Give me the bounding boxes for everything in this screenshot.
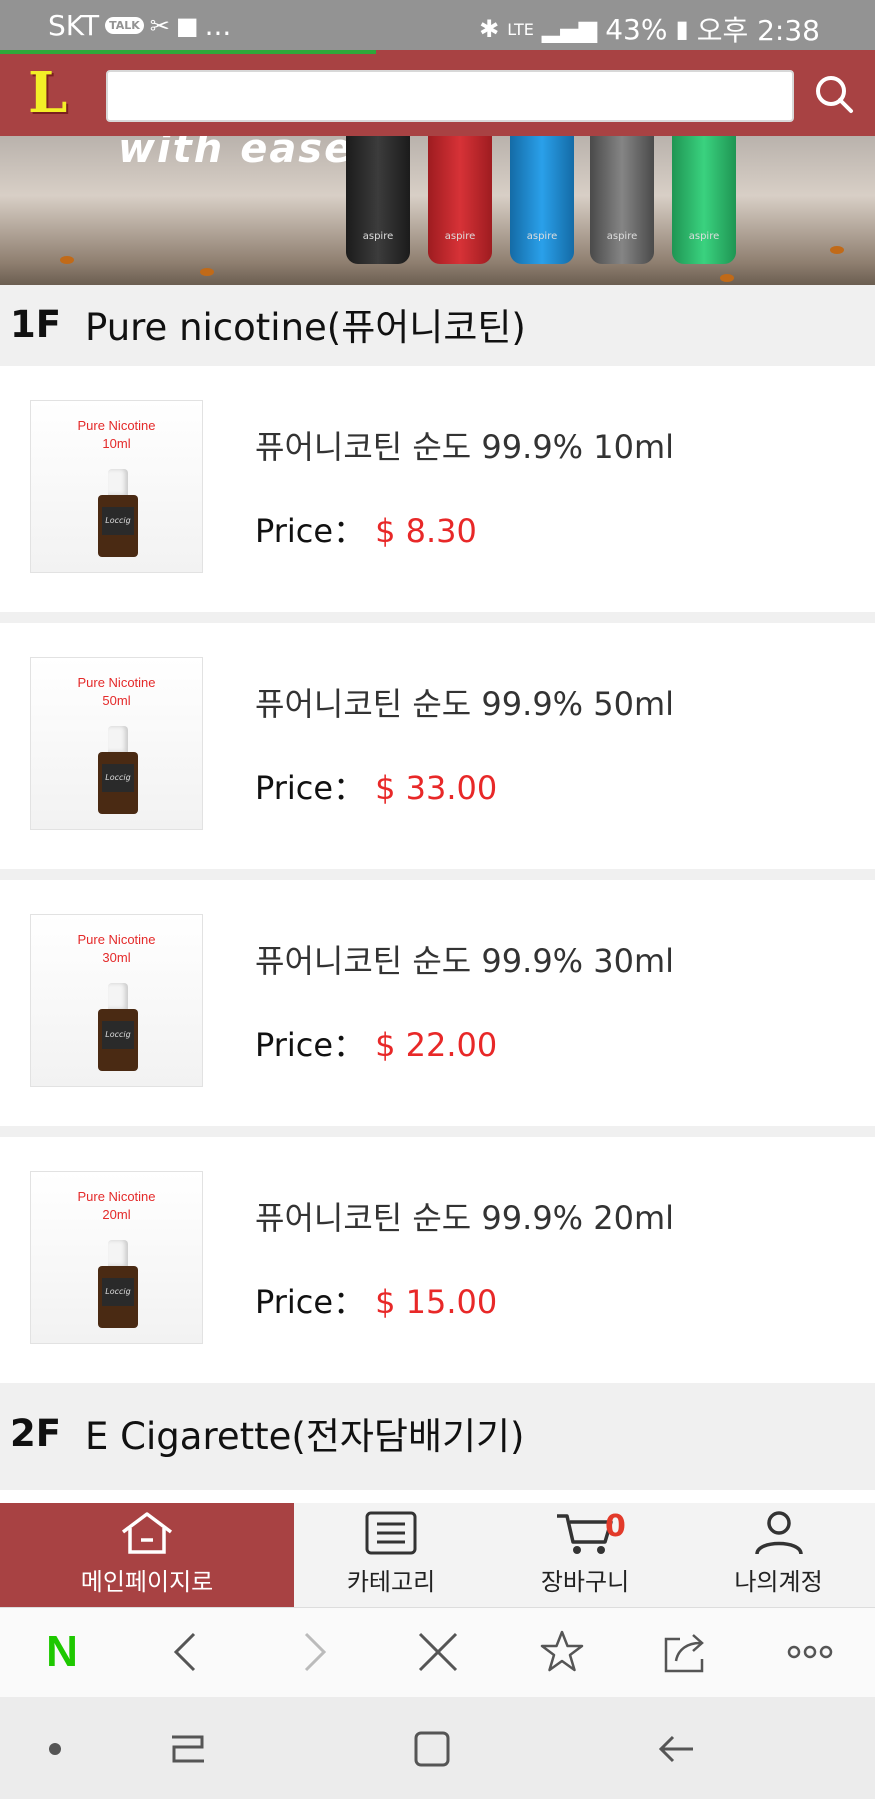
bookmark-icon bbox=[540, 1630, 584, 1672]
home-button[interactable] bbox=[410, 1727, 454, 1771]
system-nav-bar bbox=[0, 1697, 875, 1799]
back-arrow-icon bbox=[658, 1735, 693, 1763]
nav-dot-button[interactable] bbox=[33, 1727, 77, 1771]
tab-category[interactable]: 카테고리 bbox=[294, 1503, 488, 1607]
tab-main-page[interactable]: 메인페이지로 bbox=[0, 1503, 294, 1607]
battery-percent: 43% bbox=[605, 12, 668, 46]
product-name[interactable]: 퓨어니코틴 순도 99.9% 50ml bbox=[255, 679, 674, 725]
battery-icon: ▮ bbox=[675, 15, 689, 43]
promo-banner[interactable]: with ease aspire aspire aspire aspire as… bbox=[0, 136, 875, 285]
recents-button[interactable] bbox=[166, 1727, 210, 1771]
back-button[interactable] bbox=[162, 1628, 210, 1676]
section-title: E Cigarette(전자담배기기) bbox=[85, 1415, 525, 1458]
section-header-1f: 1F Pure nicotine(퓨어니코틴) bbox=[0, 285, 875, 363]
bottle-image: Loccig bbox=[98, 469, 138, 559]
tab-my-account[interactable]: 나의계정 bbox=[682, 1503, 875, 1607]
more-notifications: ... bbox=[204, 9, 232, 42]
product-name[interactable]: 퓨어니코틴 순도 99.9% 20ml bbox=[255, 1193, 674, 1239]
search-input[interactable] bbox=[106, 70, 794, 122]
system-back-button[interactable] bbox=[655, 1727, 699, 1771]
share-button[interactable] bbox=[662, 1628, 710, 1676]
product-card[interactable]: Pure Nicotine 50ml Loccig 퓨어니코틴 순도 99.9% … bbox=[0, 623, 875, 869]
bookmark-button[interactable] bbox=[538, 1628, 586, 1676]
browser-toolbar: N bbox=[0, 1607, 875, 1697]
home-square-icon bbox=[414, 1731, 450, 1767]
forward-button[interactable] bbox=[290, 1628, 338, 1676]
user-icon bbox=[754, 1511, 803, 1555]
product-thumbnail[interactable]: Pure Nicotine 50ml Loccig bbox=[30, 657, 203, 830]
cart-count-badge: 0 bbox=[605, 1509, 626, 1544]
list-icon bbox=[365, 1511, 417, 1555]
tab-label: 카테고리 bbox=[346, 1568, 436, 1596]
device-image: aspire bbox=[346, 136, 410, 264]
device-image: aspire bbox=[510, 136, 574, 264]
floor-label: 2F bbox=[10, 1411, 62, 1455]
tab-cart[interactable]: 0 장바구니 bbox=[488, 1503, 682, 1607]
more-button[interactable] bbox=[786, 1628, 834, 1676]
forward-icon bbox=[304, 1632, 327, 1672]
device-image: aspire bbox=[672, 136, 736, 264]
product-card[interactable]: Pure Nicotine 10ml Loccig 퓨어니코틴 순도 99.9% … bbox=[0, 366, 875, 612]
kakaotalk-icon: TALK bbox=[105, 17, 144, 34]
status-right: ✱ LTE ▂▄▆ 43% ▮ 오후 2:38 bbox=[479, 9, 820, 49]
banner-text: with ease bbox=[118, 136, 354, 172]
carrier-label: SKT bbox=[48, 9, 100, 42]
close-button[interactable] bbox=[414, 1628, 462, 1676]
share-icon bbox=[664, 1634, 704, 1673]
search-button[interactable] bbox=[812, 72, 856, 116]
network-label: LTE bbox=[507, 19, 534, 39]
floor-label: 1F bbox=[10, 302, 62, 346]
back-icon bbox=[173, 1632, 196, 1672]
clock: 오후 2:38 bbox=[696, 14, 820, 47]
product-price: Price： $ 33.00 bbox=[255, 769, 498, 807]
recents-icon bbox=[172, 1735, 204, 1763]
product-thumbnail[interactable]: Pure Nicotine 30ml Loccig bbox=[30, 914, 203, 1087]
product-card[interactable]: Pure Nicotine 20ml Loccig 퓨어니코틴 순도 99.9% … bbox=[0, 1137, 875, 1383]
logo[interactable]: L bbox=[28, 64, 76, 122]
product-name[interactable]: 퓨어니코틴 순도 99.9% 10ml bbox=[255, 422, 674, 468]
mute-icon: ✂ bbox=[149, 11, 170, 40]
product-price: Price： $ 15.00 bbox=[255, 1283, 498, 1321]
tab-label: 장바구니 bbox=[540, 1568, 630, 1596]
search-icon bbox=[816, 76, 853, 113]
product-thumbnail[interactable]: Pure Nicotine 10ml Loccig bbox=[30, 400, 203, 573]
bottom-tab-bar: 메인페이지로 카테고리 0 장바구니 나의계정 bbox=[0, 1503, 875, 1607]
section-title: Pure nicotine(퓨어니코틴) bbox=[85, 306, 526, 349]
product-price: Price： $ 8.30 bbox=[255, 512, 477, 550]
bottle-image: Loccig bbox=[98, 726, 138, 816]
dot-icon bbox=[49, 1743, 61, 1755]
bottle-image: Loccig bbox=[98, 983, 138, 1073]
tab-label: 메인페이지로 bbox=[80, 1568, 214, 1596]
home-icon bbox=[121, 1512, 173, 1554]
page-load-progress bbox=[0, 50, 376, 54]
section-header-2f: 2F E Cigarette(전자담배기기) bbox=[0, 1394, 875, 1472]
signal-icon: ▂▄▆ bbox=[541, 15, 598, 43]
naver-home-button[interactable]: N bbox=[38, 1627, 86, 1676]
status-bar: SKT TALK ✂ ■ ... ✱ LTE ▂▄▆ 43% ▮ 오후 2:38 bbox=[0, 0, 875, 50]
naver-icon: N bbox=[46, 1627, 78, 1676]
product-name[interactable]: 퓨어니코틴 순도 99.9% 30ml bbox=[255, 936, 674, 982]
product-price: Price： $ 22.00 bbox=[255, 1026, 498, 1064]
status-left: SKT TALK ✂ ■ ... bbox=[48, 9, 231, 42]
product-card-peek bbox=[0, 1490, 875, 1503]
product-thumbnail[interactable]: Pure Nicotine 20ml Loccig bbox=[30, 1171, 203, 1344]
app-header: L bbox=[0, 50, 875, 136]
device-image: aspire bbox=[428, 136, 492, 264]
bottle-image: Loccig bbox=[98, 1240, 138, 1330]
product-card[interactable]: Pure Nicotine 30ml Loccig 퓨어니코틴 순도 99.9% … bbox=[0, 880, 875, 1126]
close-icon bbox=[418, 1632, 458, 1672]
bluetooth-icon: ✱ bbox=[479, 15, 500, 43]
device-image: aspire bbox=[590, 136, 654, 264]
message-icon: ■ bbox=[175, 11, 199, 40]
more-icon bbox=[787, 1645, 833, 1659]
tab-label: 나의계정 bbox=[734, 1568, 823, 1596]
